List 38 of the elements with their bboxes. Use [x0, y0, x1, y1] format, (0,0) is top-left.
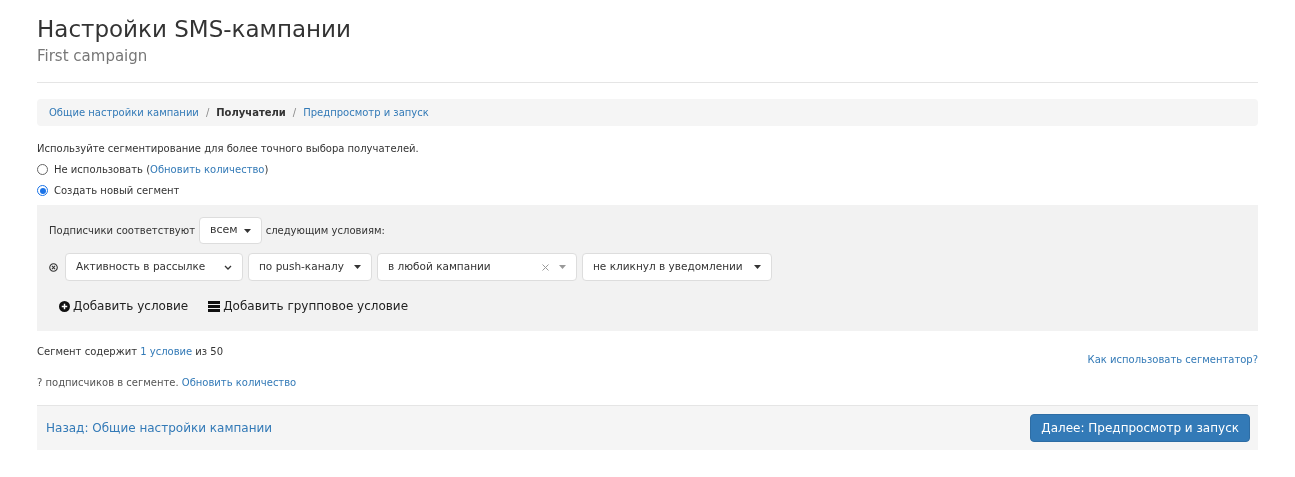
server-icon	[208, 300, 221, 312]
remove-icon[interactable]	[49, 262, 58, 272]
caret-icon	[559, 265, 566, 269]
breadcrumb-link[interactable]: Предпросмотр и запуск	[303, 105, 429, 120]
refresh-count-link[interactable]: Обновить количество	[181, 377, 297, 388]
help-link[interactable]: Как использовать сегментатор?	[1087, 354, 1258, 365]
caret-icon	[354, 265, 361, 269]
caret-icon	[754, 265, 761, 269]
page-subtitle: First campaign	[37, 47, 148, 65]
match-dropdown[interactable]: всем	[199, 217, 262, 244]
option-label: Не использовать (Обновить количество)	[54, 163, 269, 177]
refresh-count-link[interactable]: Обновить количество	[150, 164, 265, 175]
match-label: Подписчики соответствуют	[49, 224, 196, 238]
add-condition-link[interactable]: Добавить условие	[59, 297, 189, 315]
page-title: Настройки SMS-кампании	[37, 15, 351, 44]
breadcrumb-separator: /	[291, 106, 298, 120]
option-label: Создать новый сегмент	[54, 184, 180, 198]
radio-button[interactable]	[37, 164, 48, 175]
back-link[interactable]: Назад: Общие настройки кампании	[46, 419, 273, 437]
subscriber-count-text: ? подписчиков в сегменте. Обновить количество	[37, 376, 297, 390]
breadcrumb-link[interactable]: Получатели	[216, 105, 286, 120]
hint-text: Используйте сегментирование для более точного выбора получателей.	[37, 143, 419, 154]
clear-icon[interactable]	[542, 263, 549, 271]
breadcrumb-separator: /	[204, 106, 211, 120]
plus-circle-icon	[59, 300, 70, 312]
condition-dropdown[interactable]: в любой кампании	[377, 253, 577, 281]
breadcrumb-link[interactable]: Общие настройки кампании	[49, 105, 199, 120]
match-label: следующим условиям:	[265, 224, 385, 238]
next-button[interactable]: Далее: Предпросмотр и запуск	[1030, 414, 1250, 442]
add-group-link[interactable]: Добавить групповое условие	[208, 297, 409, 315]
condition-count-link[interactable]: 1 условие	[140, 346, 193, 357]
condition-count-text: Сегмент содержит 1 условие из 50	[37, 345, 225, 359]
chevron-down-icon	[224, 264, 232, 270]
condition-dropdown[interactable]: по push-каналу	[248, 253, 372, 281]
caret-icon	[243, 228, 251, 233]
condition-dropdown[interactable]: не кликнул в уведомлении	[582, 253, 772, 281]
condition-dropdown[interactable]: Активность в рассылке	[65, 253, 243, 281]
radio-button[interactable]	[37, 185, 48, 196]
